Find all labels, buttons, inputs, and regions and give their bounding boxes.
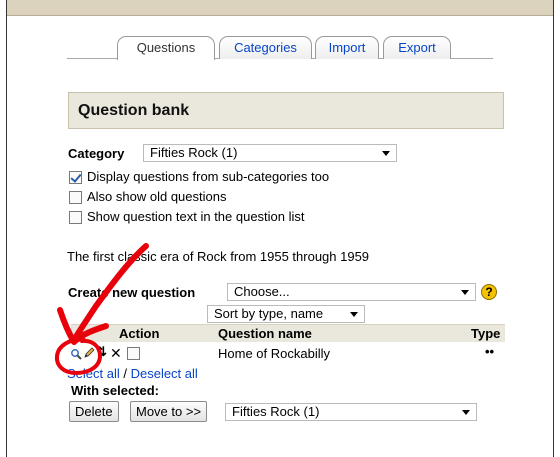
select-separator: / <box>119 366 131 381</box>
tab-export[interactable]: Export <box>383 36 451 59</box>
question-type-icon: •• <box>485 344 495 359</box>
help-icon[interactable]: ? <box>481 284 497 300</box>
create-question-select-value: Choose... <box>234 284 290 299</box>
tab-import[interactable]: Import <box>315 36 379 59</box>
sort-select-value: Sort by type, name <box>214 306 324 321</box>
chevron-down-icon <box>382 151 390 156</box>
question-bank-heading: Question bank <box>68 92 504 129</box>
chevron-down-icon <box>461 290 469 295</box>
top-bar <box>7 0 553 16</box>
chevron-down-icon <box>350 312 358 317</box>
question-name: Home of Rockabilly <box>218 346 330 361</box>
with-selected-label: With selected: <box>71 383 160 398</box>
tab-questions[interactable]: Questions <box>117 36 215 60</box>
category-label: Category <box>68 146 125 161</box>
category-select[interactable]: Fifties Rock (1) <box>143 144 397 162</box>
column-header-type[interactable]: Type <box>471 326 500 341</box>
column-header-action[interactable]: Action <box>119 326 159 341</box>
chevron-down-icon <box>462 410 470 415</box>
subcategories-checkbox[interactable] <box>69 171 82 184</box>
category-select-value: Fifties Rock (1) <box>150 145 238 160</box>
deselect-all-link[interactable]: Deselect all <box>131 366 198 381</box>
preview-icon[interactable] <box>70 348 82 362</box>
old-questions-checkbox[interactable] <box>69 191 82 204</box>
create-question-label: Create new question <box>68 285 196 300</box>
category-description: The first classic era of Rock from 1955 … <box>67 249 370 264</box>
edit-icon[interactable] <box>83 347 95 361</box>
old-questions-label: Also show old questions <box>87 189 227 204</box>
show-text-label: Show question text in the question list <box>87 209 305 224</box>
move-to-button[interactable]: Move to >> <box>130 401 208 422</box>
question-table-header: Action Question name Type <box>71 324 505 342</box>
move-target-value: Fifties Rock (1) <box>232 404 320 419</box>
move-icon[interactable]: ⇅ <box>96 345 107 358</box>
delete-button[interactable]: Delete <box>69 401 119 422</box>
move-target-select[interactable]: Fifties Rock (1) <box>225 403 477 421</box>
show-text-checkbox[interactable] <box>69 211 82 224</box>
page-frame: Questions Categories Import Export Quest… <box>6 0 554 457</box>
column-header-name[interactable]: Question name <box>218 326 312 341</box>
create-question-select[interactable]: Choose... <box>227 283 476 301</box>
delete-icon[interactable]: ✕ <box>110 346 122 360</box>
subcategories-label: Display questions from sub-categories to… <box>87 169 330 184</box>
sort-select[interactable]: Sort by type, name <box>207 305 365 323</box>
tab-categories[interactable]: Categories <box>219 36 312 59</box>
row-select-checkbox[interactable] <box>127 347 140 360</box>
select-links: Select all / Deselect all <box>67 366 198 381</box>
select-all-link[interactable]: Select all <box>67 366 120 381</box>
